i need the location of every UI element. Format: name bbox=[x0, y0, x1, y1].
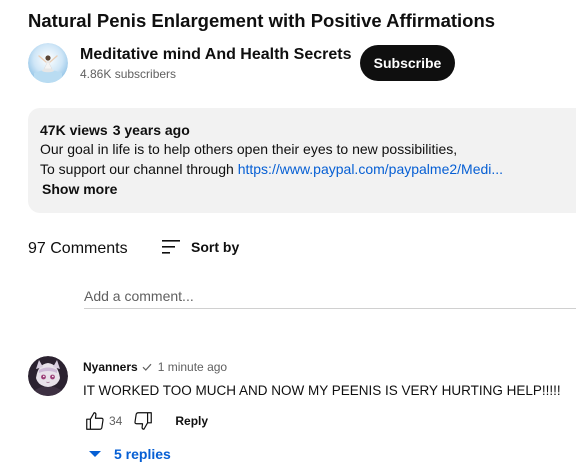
meditation-figure-icon bbox=[28, 43, 68, 83]
thumbs-up-icon bbox=[86, 412, 104, 430]
comment-text: IT WORKED TOO MUCH AND NOW MY PEENIS IS … bbox=[83, 383, 561, 398]
comment-time[interactable]: 1 minute ago bbox=[158, 360, 227, 374]
channel-avatar[interactable] bbox=[28, 43, 68, 83]
comments-header: 97 Comments Sort by bbox=[28, 236, 568, 260]
subscriber-count: 4.86K subscribers bbox=[80, 67, 177, 81]
video-meta: 47K views 3 years ago bbox=[40, 121, 576, 139]
video-title: Natural Penis Enlargement with Positive … bbox=[28, 10, 496, 31]
paypal-link[interactable]: https://www.paypal.com/paypalme2/Medi... bbox=[238, 161, 503, 177]
subscribe-button[interactable]: Subscribe bbox=[360, 45, 455, 81]
replies-label: 5 replies bbox=[114, 446, 171, 462]
description-line-2-text: To support our channel through bbox=[40, 161, 238, 177]
comment-item: Nyanners 1 minute ago IT WORKED TOO MUCH… bbox=[28, 354, 576, 474]
dislike-button[interactable] bbox=[131, 409, 155, 433]
comment-actions: 34 Reply bbox=[83, 409, 208, 433]
view-replies-button[interactable]: 5 replies bbox=[88, 444, 171, 464]
verified-check-icon bbox=[142, 363, 152, 371]
description-line-2: To support our channel through https://w… bbox=[40, 159, 576, 179]
comment-header: Nyanners 1 minute ago bbox=[83, 359, 227, 375]
sort-icon bbox=[162, 240, 180, 254]
show-more-button[interactable]: Show more bbox=[42, 179, 117, 199]
view-count: 47K views bbox=[40, 122, 108, 138]
like-count: 34 bbox=[109, 414, 123, 428]
thumbs-down-icon bbox=[134, 412, 153, 430]
sort-by-label: Sort by bbox=[191, 239, 240, 255]
anime-avatar-icon bbox=[28, 356, 68, 396]
comments-count: 97 Comments bbox=[28, 240, 128, 257]
description-line-1: Our goal in life is to help others open … bbox=[40, 141, 458, 157]
like-button[interactable] bbox=[83, 409, 107, 433]
description-box[interactable]: 47K views 3 years ago Our goal in life is… bbox=[28, 108, 576, 213]
comment-author[interactable]: Nyanners bbox=[83, 360, 138, 374]
reply-button[interactable]: Reply bbox=[175, 414, 208, 428]
channel-row: Meditative mind And Health Secrets 4.86K… bbox=[28, 43, 568, 83]
sort-by-button[interactable]: Sort by bbox=[161, 236, 239, 258]
chevron-down-icon bbox=[89, 451, 101, 457]
commenter-avatar[interactable] bbox=[28, 356, 68, 396]
add-comment-input[interactable]: Add a comment... bbox=[84, 284, 576, 309]
upload-age: 3 years ago bbox=[112, 122, 190, 138]
channel-name[interactable]: Meditative mind And Health Secrets bbox=[80, 45, 351, 64]
